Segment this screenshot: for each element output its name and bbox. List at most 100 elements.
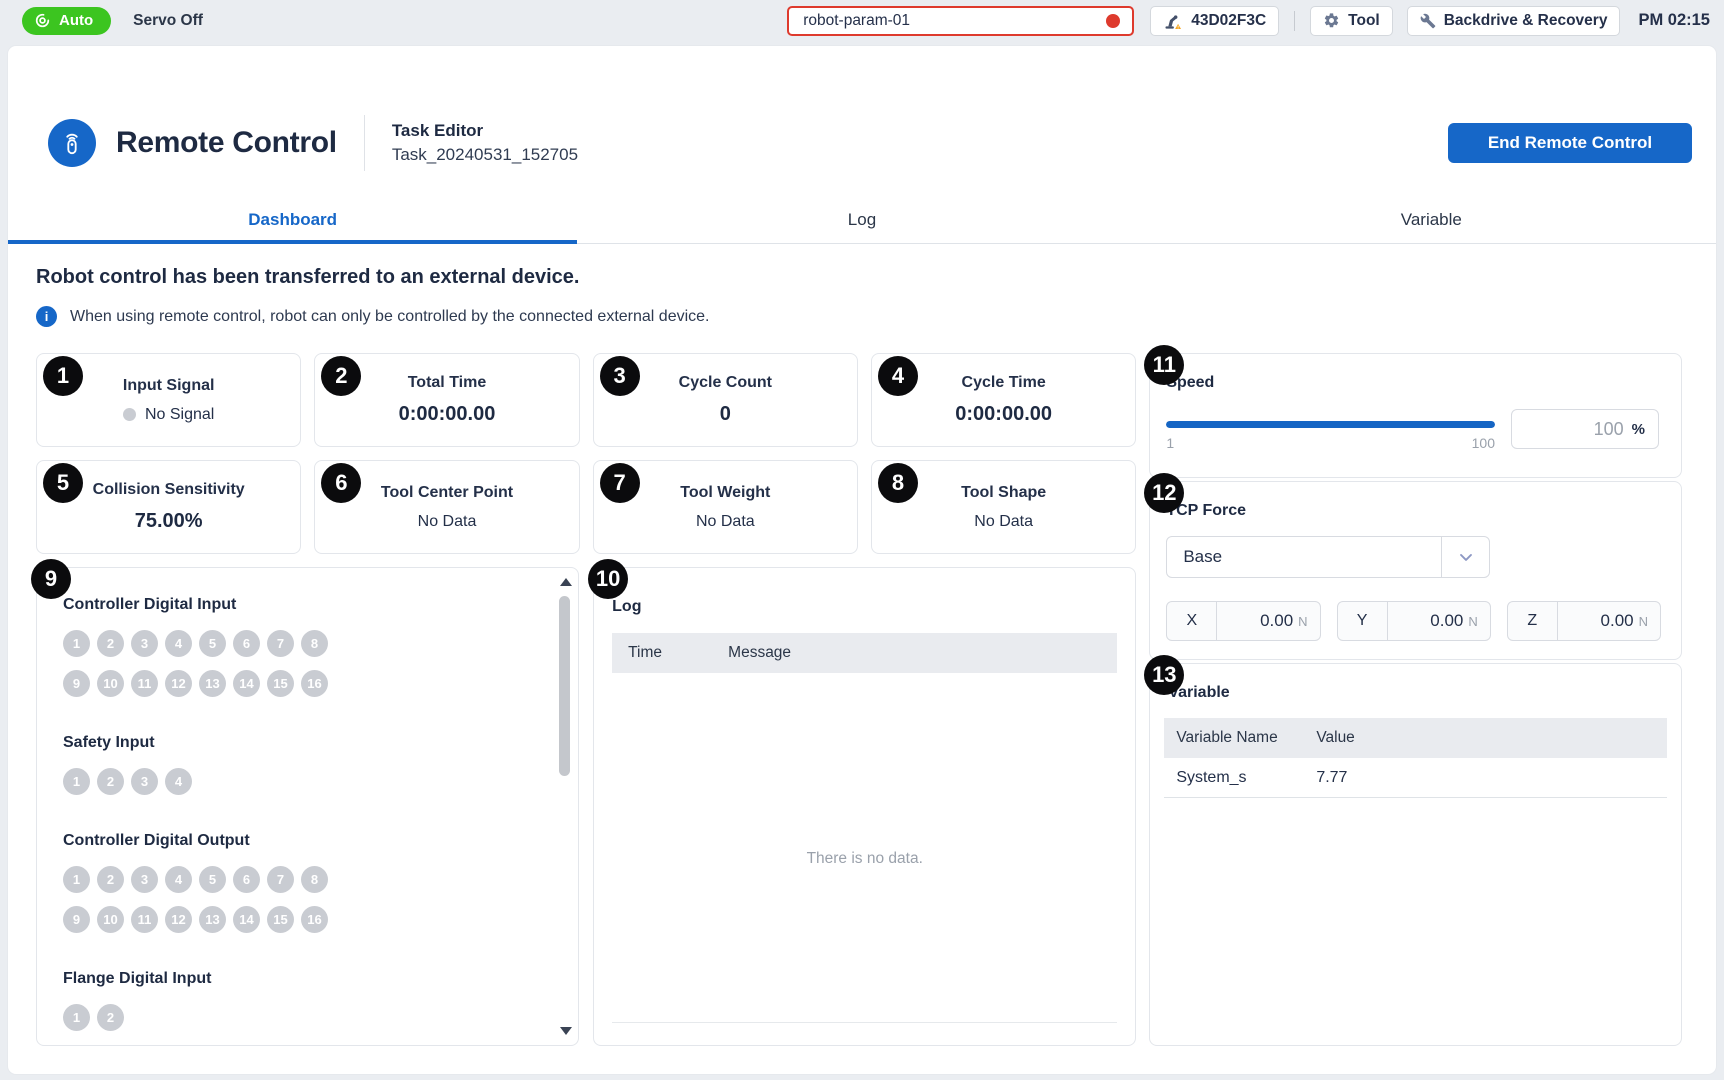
remote-control-screen: Auto Servo Off robot-param-01 43D02F3C: [0, 0, 1724, 1080]
io-indicator: 13: [199, 906, 226, 933]
mode-label: Auto: [59, 12, 93, 29]
slider-track[interactable]: [1166, 421, 1495, 428]
io-group: Flange Digital Input12: [63, 970, 538, 1031]
io-indicator: 1: [63, 866, 90, 893]
io-indicator: 2: [97, 866, 124, 893]
dashboard-left: 1 Input Signal No Signal 2 Total Time 0:…: [36, 353, 1136, 1046]
force-y-field: Y 0.00N: [1337, 601, 1491, 641]
io-group-title: Safety Input: [63, 734, 538, 752]
tab-log[interactable]: Log: [577, 196, 1146, 243]
scroll-down-icon[interactable]: [560, 1027, 572, 1035]
tool-button[interactable]: Tool: [1310, 6, 1393, 36]
app-header: Remote Control Task Editor Task_20240531…: [8, 46, 1716, 196]
io-indicator: 10: [97, 906, 124, 933]
io-scrollbar[interactable]: [557, 574, 573, 1039]
axis-unit: N: [1468, 614, 1477, 629]
io-indicator-row: 910111213141516: [63, 906, 538, 933]
io-indicator: 1: [63, 630, 90, 657]
speed-value-input[interactable]: 100 %: [1511, 409, 1659, 449]
log-table-header: Time Message: [612, 633, 1117, 673]
remote-control-icon: [48, 119, 96, 167]
header-divider: [364, 115, 365, 171]
scrollbar-thumb[interactable]: [559, 596, 570, 776]
log-col-message: Message: [728, 644, 1101, 662]
program-name-field[interactable]: robot-param-01: [787, 6, 1134, 36]
tab-bar: Dashboard Log Variable: [8, 196, 1716, 244]
io-indicator: 12: [165, 906, 192, 933]
device-id-badge[interactable]: 43D02F3C: [1150, 6, 1279, 36]
io-indicator: 6: [233, 630, 260, 657]
io-indicator: 5: [199, 866, 226, 893]
stat-cards-row-1: 1 Input Signal No Signal 2 Total Time 0:…: [36, 353, 1136, 447]
tab-dashboard[interactable]: Dashboard: [8, 196, 577, 243]
variable-table-row[interactable]: System_s7.77: [1164, 758, 1667, 798]
io-group-title: Controller Digital Output: [63, 832, 538, 850]
notice-title: Robot control has been transferred to an…: [36, 266, 1682, 289]
tool-button-label: Tool: [1348, 12, 1380, 30]
page-title: Remote Control: [116, 126, 337, 160]
io-indicator: 5: [199, 630, 226, 657]
context-title: Task Editor: [392, 121, 578, 141]
clock: PM 02:15: [1638, 11, 1710, 30]
annotation-badge: 10: [588, 559, 628, 599]
card-value: 0: [720, 403, 731, 426]
recording-dot-icon: [1106, 14, 1120, 28]
program-name: robot-param-01: [803, 12, 910, 30]
card-value: 0:00:00.00: [955, 403, 1052, 426]
io-indicator: 11: [131, 670, 158, 697]
card-value: No Data: [696, 513, 755, 531]
tcp-force-values: X 0.00N Y 0.00N Z 0.00N: [1166, 601, 1661, 641]
io-indicator: 6: [233, 866, 260, 893]
io-indicator: 13: [199, 670, 226, 697]
io-indicator: 8: [301, 630, 328, 657]
mode-badge[interactable]: Auto: [22, 7, 111, 35]
force-x-field: X 0.00N: [1166, 601, 1320, 641]
speed-slider[interactable]: 1 100: [1166, 409, 1495, 451]
log-title: Log: [612, 598, 1117, 616]
io-group: Controller Digital Input1234567891011121…: [63, 596, 538, 697]
variable-table-header: Variable Name Value: [1164, 718, 1667, 758]
card-collision-sensitivity: 5 Collision Sensitivity 75.00%: [36, 460, 301, 554]
io-indicator-row: 910111213141516: [63, 670, 538, 697]
end-remote-control-button[interactable]: End Remote Control: [1448, 123, 1692, 163]
card-title: Collision Sensitivity: [93, 481, 245, 499]
card-title: Input Signal: [123, 377, 215, 395]
variable-rows: System_s7.77: [1164, 758, 1667, 798]
annotation-badge: 7: [600, 463, 640, 503]
speed-controls: 1 100 100 %: [1166, 409, 1659, 451]
io-indicator: 2: [97, 768, 124, 795]
context-subtitle: Task_20240531_152705: [392, 145, 578, 165]
card-value: No Data: [974, 513, 1033, 531]
tab-variable[interactable]: Variable: [1147, 196, 1716, 243]
gear-icon: [1323, 12, 1340, 29]
dashboard-content: Robot control has been transferred to an…: [8, 244, 1716, 1046]
task-context: Task Editor Task_20240531_152705: [392, 121, 578, 165]
scroll-up-icon[interactable]: [560, 578, 572, 586]
backdrive-recovery-button[interactable]: Backdrive & Recovery: [1407, 6, 1621, 36]
io-indicator: 4: [165, 866, 192, 893]
io-indicator: 15: [267, 906, 294, 933]
stat-cards-row-2: 5 Collision Sensitivity 75.00% 6 Tool Ce…: [36, 460, 1136, 554]
annotation-badge: 8: [878, 463, 918, 503]
slider-min-label: 1: [1166, 435, 1174, 451]
card-value: 75.00%: [135, 510, 203, 533]
slider-max-label: 100: [1472, 435, 1495, 451]
axis-unit: N: [1298, 614, 1307, 629]
io-group-title: Controller Digital Input: [63, 596, 538, 614]
axis-value: 0.00N: [1388, 611, 1490, 631]
backdrive-button-label: Backdrive & Recovery: [1444, 12, 1608, 30]
axis-unit: N: [1639, 614, 1648, 629]
variable-name: System_s: [1176, 769, 1316, 787]
topbar-divider: [1294, 11, 1295, 31]
notice-info: i When using remote control, robot can o…: [36, 306, 1682, 327]
speed-unit: %: [1632, 421, 1645, 438]
frame-select[interactable]: Base: [1166, 536, 1490, 578]
annotation-badge: 3: [600, 356, 640, 396]
signal-status: No Signal: [123, 406, 214, 424]
io-indicator: 16: [301, 670, 328, 697]
force-z-field: Z 0.00N: [1507, 601, 1661, 641]
io-panel: 9 Controller Digital Input12345678910111…: [36, 567, 579, 1046]
io-indicator: 4: [165, 630, 192, 657]
annotation-badge: 6: [321, 463, 361, 503]
annotation-badge: 5: [43, 463, 83, 503]
